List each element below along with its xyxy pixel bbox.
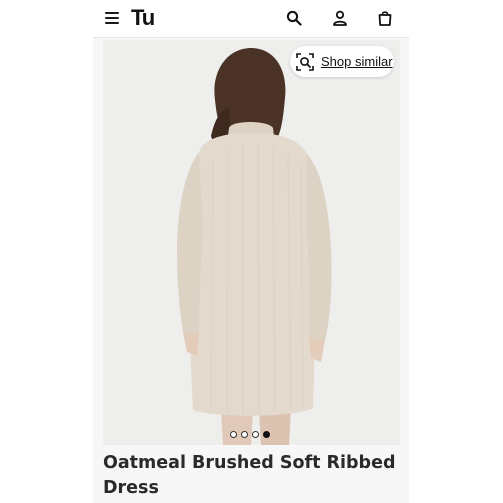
brand-logo[interactable]: Tu: [131, 6, 155, 30]
site-header: Tu: [93, 0, 409, 38]
shop-similar-button[interactable]: Shop similar: [290, 46, 394, 77]
carousel-dot-2[interactable]: [241, 431, 248, 438]
hamburger-menu-icon[interactable]: [105, 12, 119, 24]
shop-similar-label: Shop similar: [321, 54, 393, 69]
visual-search-icon: [295, 52, 315, 72]
product-title-section: Oatmeal Brushed Soft Ribbed Dress: [93, 448, 409, 503]
carousel-dot-4[interactable]: [263, 431, 270, 438]
product-title: Oatmeal Brushed Soft Ribbed Dress: [103, 453, 396, 498]
basket-icon[interactable]: [377, 10, 393, 26]
carousel-pagination: [230, 431, 270, 438]
account-icon[interactable]: [332, 10, 348, 26]
carousel-dot-3[interactable]: [252, 431, 259, 438]
carousel-dot-1[interactable]: [230, 431, 237, 438]
product-photo[interactable]: [103, 40, 400, 445]
product-image-gallery[interactable]: [93, 38, 409, 448]
search-icon[interactable]: [286, 10, 302, 26]
